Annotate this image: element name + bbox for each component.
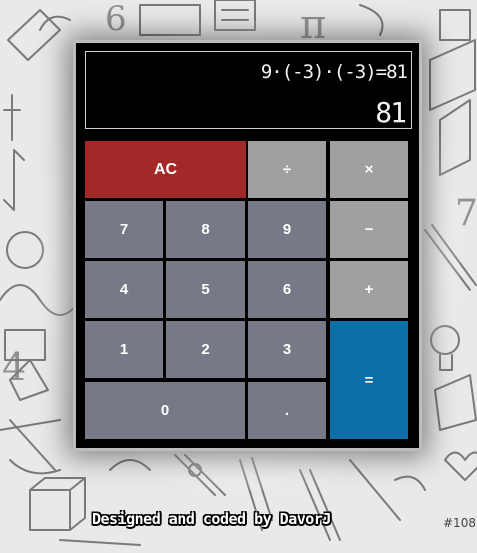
add-button[interactable]: + — [330, 261, 408, 318]
divide-button[interactable]: ÷ — [248, 141, 326, 198]
formula-display: 9·(-3)·(-3)=81 — [260, 61, 408, 83]
subtract-button[interactable]: − — [330, 201, 408, 258]
digit-4-button[interactable]: 4 — [85, 261, 163, 318]
digit-2-button[interactable]: 2 — [166, 321, 245, 378]
digit-0-button[interactable]: 0 — [85, 382, 245, 439]
svg-text:4: 4 — [2, 345, 26, 389]
challenge-number: #108 — [443, 516, 476, 530]
digit-5-button[interactable]: 5 — [166, 261, 245, 318]
result-display: 81 — [375, 96, 407, 129]
equals-button[interactable]: = — [330, 321, 408, 439]
digit-6-button[interactable]: 6 — [248, 261, 326, 318]
calculator: 9·(-3)·(-3)=81 81 AC ÷ × 7 8 9 − 4 5 6 +… — [73, 40, 422, 451]
designer-credit: Designed and coded by DavorJ — [92, 510, 331, 528]
digit-1-button[interactable]: 1 — [85, 321, 163, 378]
digit-3-button[interactable]: 3 — [248, 321, 326, 378]
digit-9-button[interactable]: 9 — [248, 201, 326, 258]
digit-8-button[interactable]: 8 — [166, 201, 245, 258]
decimal-button[interactable]: . — [248, 382, 326, 439]
clear-button[interactable]: AC — [85, 141, 246, 198]
display-panel: 9·(-3)·(-3)=81 81 — [85, 51, 412, 129]
multiply-button[interactable]: × — [330, 141, 408, 198]
digit-7-button[interactable]: 7 — [85, 201, 163, 258]
